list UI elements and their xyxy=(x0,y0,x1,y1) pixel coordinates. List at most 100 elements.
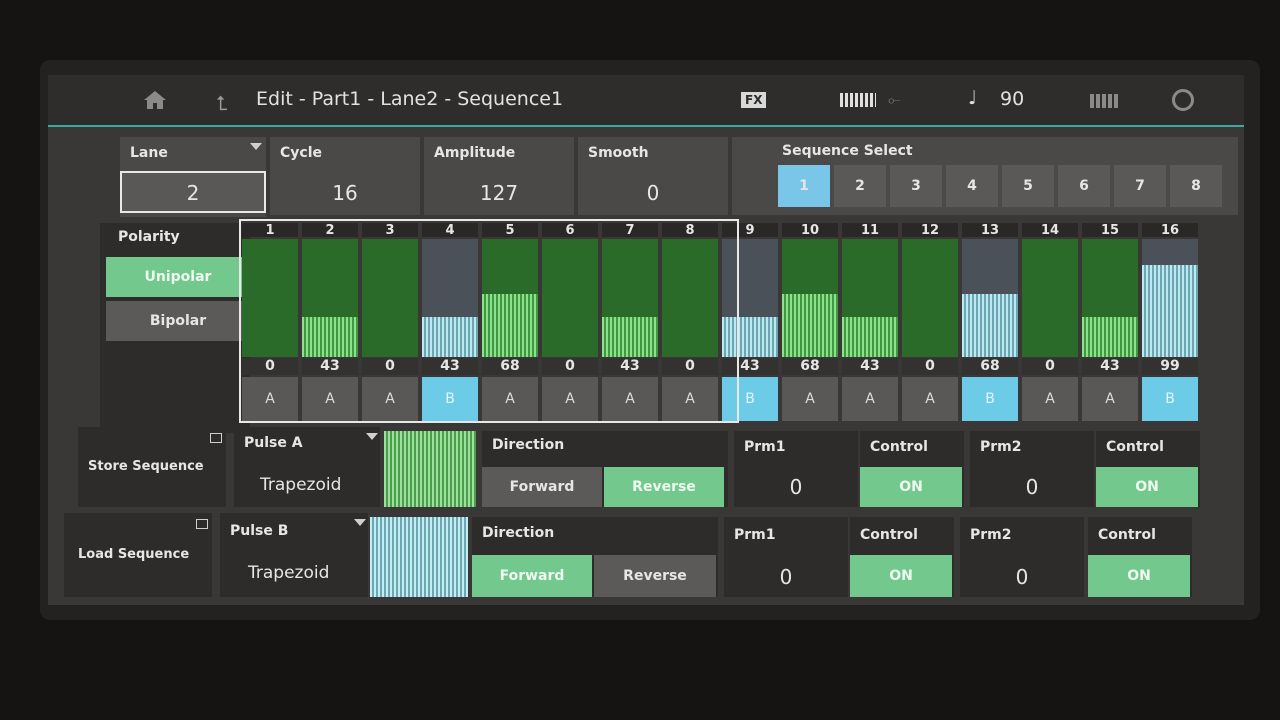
step-pulse-toggle[interactable]: A xyxy=(1082,377,1138,421)
pulse-b-control1-on-button[interactable]: ON xyxy=(850,555,952,597)
page-title: Edit - Part1 - Lane2 - Sequence1 xyxy=(256,88,564,110)
step-number: 11 xyxy=(842,223,898,238)
step-value-readout: 99 xyxy=(1142,358,1198,375)
tempo-value[interactable]: 90 xyxy=(1000,88,1024,110)
title-bar: ⮤ Edit - Part1 - Lane2 - Sequence1 FX ⟜ … xyxy=(48,75,1244,127)
smooth-field[interactable]: Smooth 0 xyxy=(578,137,728,215)
pulse-b-forward-button[interactable]: Forward xyxy=(472,555,592,597)
pulse-b-prm1-field[interactable]: Prm1 0 xyxy=(724,517,848,597)
pulse-a-prm1-field[interactable]: Prm1 0 xyxy=(734,431,858,507)
amplitude-value: 127 xyxy=(479,181,519,205)
grid-icon[interactable] xyxy=(1090,94,1120,108)
step-number: 13 xyxy=(962,223,1018,238)
usb-icon: ⟜ xyxy=(888,90,901,109)
pulse-b-prm1-label: Prm1 xyxy=(734,527,776,543)
pulse-a-control1-label: Control xyxy=(870,439,928,455)
lane-value-field[interactable]: 2 xyxy=(120,171,266,213)
step-value-readout: 68 xyxy=(962,358,1018,375)
bipolar-button[interactable]: Bipolar xyxy=(106,301,250,341)
sequence-select-button-6[interactable]: 6 xyxy=(1058,165,1110,207)
step-value-slider[interactable] xyxy=(1142,239,1198,357)
sequence-select-button-1[interactable]: 1 xyxy=(778,165,830,207)
popup-window-icon xyxy=(196,519,208,529)
note-icon: ♩ xyxy=(968,87,977,109)
pulse-a-prm2-field[interactable]: Prm2 0 xyxy=(970,431,1094,507)
pulse-b-prm1-value: 0 xyxy=(779,565,793,589)
pulse-a-direction-label: Direction xyxy=(492,437,565,453)
dropdown-arrow-icon xyxy=(250,143,262,150)
step-value-slider[interactable] xyxy=(962,239,1018,357)
pulse-b-reverse-button[interactable]: Reverse xyxy=(594,555,716,597)
pulse-a-control1-on-button[interactable]: ON xyxy=(860,467,962,507)
back-icon[interactable]: ⮤ xyxy=(216,91,228,115)
step-value-bar xyxy=(782,294,838,357)
step-number: 10 xyxy=(782,223,838,238)
step-value-slider[interactable] xyxy=(1082,239,1138,357)
step-number: 15 xyxy=(1082,223,1138,238)
pulse-a-shape-preview xyxy=(384,431,476,507)
pulse-a-prm1-label: Prm1 xyxy=(744,439,786,455)
sequence-select-button-2[interactable]: 2 xyxy=(834,165,886,207)
pulse-a-prm2-value: 0 xyxy=(1025,475,1039,499)
step-value-slider[interactable] xyxy=(842,239,898,357)
step-value-readout: 0 xyxy=(902,358,958,375)
load-sequence-label: Load Sequence xyxy=(78,547,190,562)
store-sequence-button[interactable]: Store Sequence xyxy=(78,427,226,507)
touch-screen: ⮤ Edit - Part1 - Lane2 - Sequence1 FX ⟜ … xyxy=(48,75,1244,605)
step-pulse-toggle[interactable]: A xyxy=(782,377,838,421)
home-icon[interactable] xyxy=(144,91,166,109)
step-value-readout: 0 xyxy=(1022,358,1078,375)
step-pulse-toggle[interactable]: A xyxy=(1022,377,1078,421)
load-sequence-button[interactable]: Load Sequence xyxy=(64,513,212,597)
pulse-b-shape: Trapezoid xyxy=(248,563,330,583)
fx-indicator[interactable]: FX xyxy=(741,92,767,108)
amplitude-label: Amplitude xyxy=(434,145,516,161)
pulse-b-control2-label: Control xyxy=(1098,527,1156,543)
visible-steps-frame xyxy=(239,219,739,423)
unipolar-button[interactable]: Unipolar xyxy=(106,257,250,297)
step-pulse-toggle[interactable]: A xyxy=(842,377,898,421)
sequence-select-button-5[interactable]: 5 xyxy=(1002,165,1054,207)
pulse-b-prm2-label: Prm2 xyxy=(970,527,1012,543)
sequence-select-button-8[interactable]: 8 xyxy=(1170,165,1222,207)
step-pulse-toggle[interactable]: A xyxy=(902,377,958,421)
sequence-select-button-7[interactable]: 7 xyxy=(1114,165,1166,207)
step-number: 12 xyxy=(902,223,958,238)
step-value-slider[interactable] xyxy=(782,239,838,357)
gear-icon[interactable] xyxy=(1172,89,1194,111)
lane-label: Lane xyxy=(130,145,168,161)
popup-window-icon xyxy=(210,433,222,443)
step-value-slider[interactable] xyxy=(902,239,958,357)
polarity-label: Polarity xyxy=(118,229,180,245)
cycle-label: Cycle xyxy=(280,145,322,161)
pulse-b-control1-label: Control xyxy=(860,527,918,543)
pulse-b-label: Pulse B xyxy=(230,523,289,539)
pulse-b-field[interactable]: Pulse B Trapezoid xyxy=(220,513,368,597)
cycle-field[interactable]: Cycle 16 xyxy=(270,137,420,215)
pulse-a-prm1-value: 0 xyxy=(789,475,803,499)
pulse-b-control2-on-button[interactable]: ON xyxy=(1088,555,1190,597)
pulse-a-forward-button[interactable]: Forward xyxy=(482,467,602,507)
pulse-a-control2-on-button[interactable]: ON xyxy=(1096,467,1198,507)
step-number: 14 xyxy=(1022,223,1078,238)
smooth-label: Smooth xyxy=(588,145,649,161)
sequence-select-button-4[interactable]: 4 xyxy=(946,165,998,207)
step-value-bar xyxy=(962,294,1018,357)
step-pulse-toggle[interactable]: B xyxy=(1142,377,1198,421)
pulse-a-control2-label: Control xyxy=(1106,439,1164,455)
step-value-readout: 43 xyxy=(1082,358,1138,375)
store-sequence-label: Store Sequence xyxy=(88,459,204,474)
sequence-select-button-3[interactable]: 3 xyxy=(890,165,942,207)
amplitude-field[interactable]: Amplitude 127 xyxy=(424,137,574,215)
step-value-readout: 68 xyxy=(782,358,838,375)
pulse-b-prm2-field[interactable]: Prm2 0 xyxy=(960,517,1084,597)
pulse-a-prm2-label: Prm2 xyxy=(980,439,1022,455)
step-value-readout: 43 xyxy=(842,358,898,375)
step-value-slider[interactable] xyxy=(1022,239,1078,357)
pulse-b-direction-label: Direction xyxy=(482,525,555,541)
pulse-a-reverse-button[interactable]: Reverse xyxy=(604,467,724,507)
pulse-a-shape: Trapezoid xyxy=(260,475,342,495)
pulse-a-field[interactable]: Pulse A Trapezoid xyxy=(234,427,380,507)
step-pulse-toggle[interactable]: B xyxy=(962,377,1018,421)
step-value-bar xyxy=(1142,265,1198,357)
